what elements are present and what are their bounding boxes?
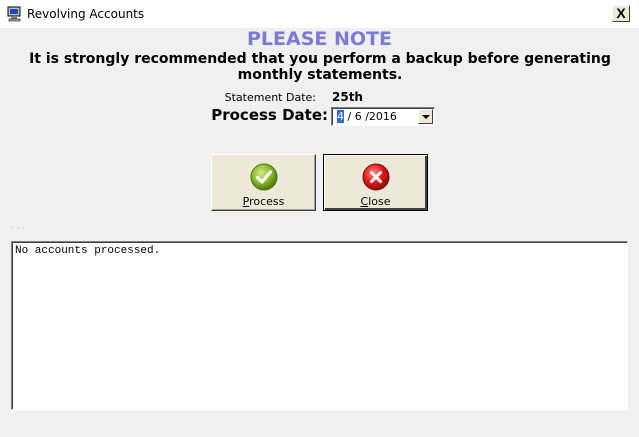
close-button[interactable]: Close [323, 154, 428, 211]
process-button[interactable]: Process [211, 154, 316, 211]
processing-log[interactable]: No accounts processed. [11, 241, 628, 410]
separator-dots: • • • [11, 226, 26, 232]
computer-icon [7, 6, 21, 22]
close-x-icon: X [616, 5, 626, 21]
notice-heading: PLEASE NOTE [247, 28, 392, 50]
statement-date-value: 25th [332, 90, 363, 104]
process-button-label: Process [242, 195, 285, 208]
close-button-label: Close [360, 195, 391, 208]
window-title: Revolving Accounts [27, 7, 145, 21]
log-text: No accounts processed. [15, 245, 161, 257]
date-dropdown-button[interactable] [418, 109, 433, 124]
process-date-picker[interactable]: 4 / 6 /2016 [331, 107, 435, 126]
close-icon [362, 163, 389, 191]
process-date-label: Process Date: [211, 106, 328, 124]
process-date-value[interactable]: 4 / 6 /2016 [337, 110, 397, 123]
title-bar: Revolving Accounts X [0, 0, 639, 28]
statement-date-label: Statement Date: [224, 91, 316, 104]
window-close-button[interactable]: X [612, 5, 630, 22]
checkmark-icon [250, 163, 277, 191]
chevron-down-icon [422, 115, 430, 119]
backup-recommendation: It is strongly recommended that you perf… [29, 51, 611, 83]
date-month-segment[interactable]: 4 [337, 110, 344, 123]
date-day-year-segment[interactable]: / 6 /2016 [344, 110, 396, 123]
